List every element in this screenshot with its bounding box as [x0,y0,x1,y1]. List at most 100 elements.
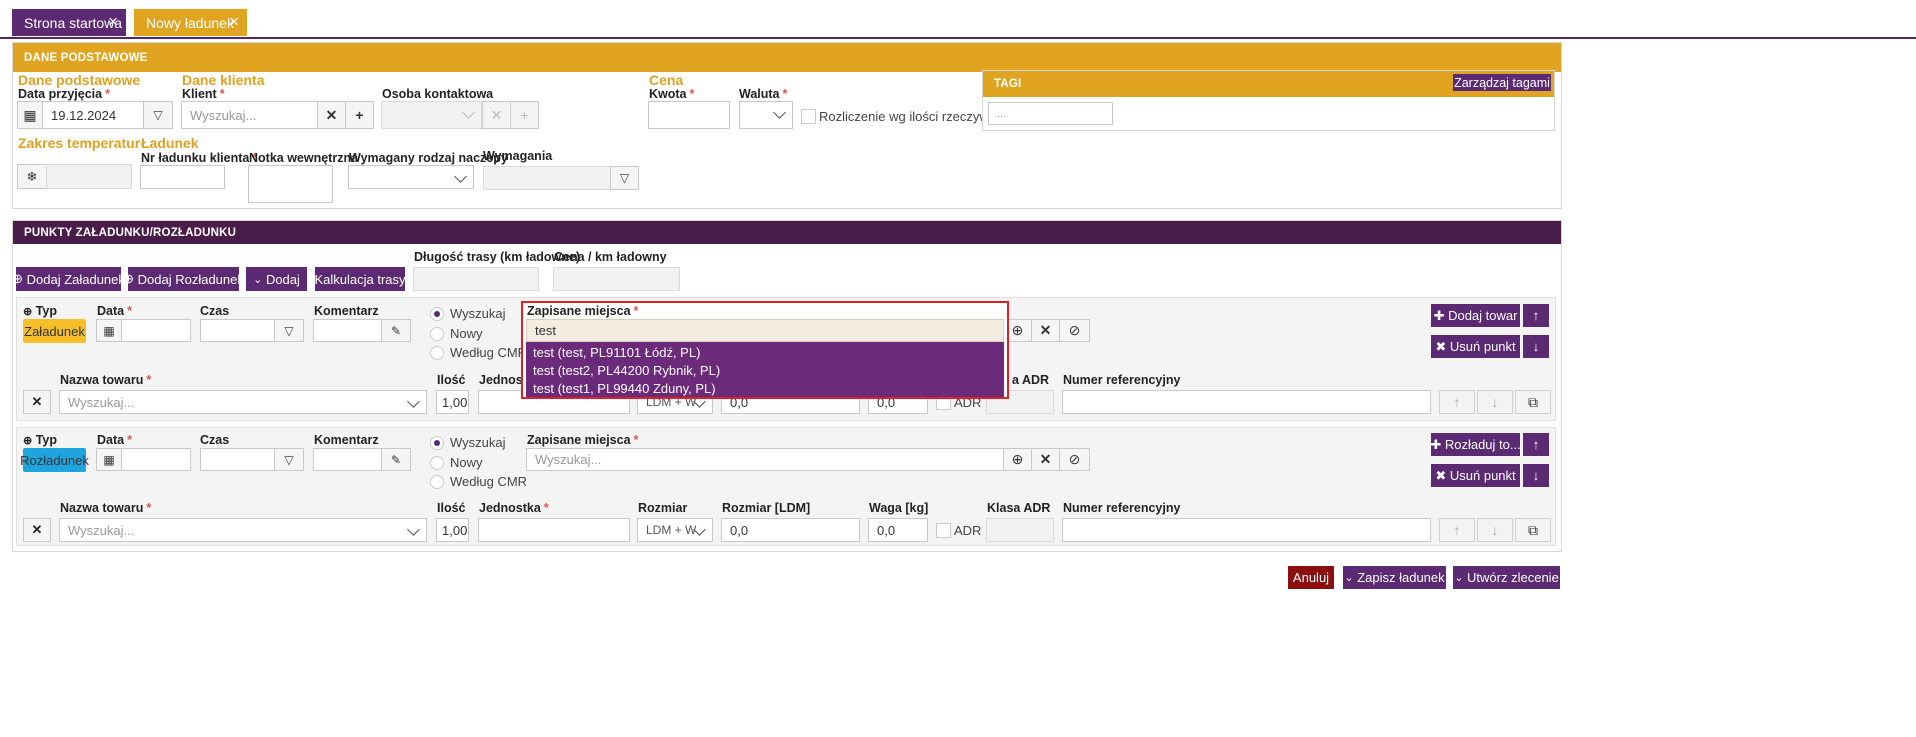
navigate-icon[interactable]: ⊕ [1003,448,1032,471]
internal-note-textarea[interactable] [248,165,333,203]
move-goods-down-icon[interactable]: ↓ [1477,518,1513,542]
close-icon[interactable]: × [229,12,239,32]
date-input[interactable] [121,448,191,471]
tags-input[interactable]: ... [988,102,1113,125]
clear-icon[interactable]: ✕ [1031,448,1060,471]
price-per-km-input[interactable] [553,267,680,291]
save-cargo-button[interactable]: ⌄ Zapisz ładunek [1343,566,1446,589]
radio-new[interactable]: Nowy [430,326,483,341]
radio-search[interactable]: Wyszukaj [430,306,506,321]
goods-name-label: Nazwa towaru * [60,373,152,387]
radio-cmr[interactable]: Według CMR [430,345,527,360]
dropdown-option[interactable]: test (test2, PL44200 Rybnik, PL) [526,362,1004,380]
time-input[interactable] [200,448,275,471]
add-dropdown-button[interactable]: ⌄ Dodaj [246,267,307,291]
section-temp-title: Zakres temperatur [18,135,141,151]
move-up-button[interactable]: ↑ [1523,433,1549,456]
filter-icon[interactable]: ▽ [274,319,304,342]
weight-input[interactable]: 0,0 [868,518,928,542]
unit-select[interactable] [478,518,630,542]
tab-new-cargo[interactable]: Nowy ładunek × [134,9,247,36]
compass-icon[interactable]: ⊘ [1059,319,1090,342]
copy-icon[interactable]: ⧉ [1515,518,1551,542]
move-goods-down-icon[interactable]: ↓ [1477,390,1513,414]
temp-input[interactable] [46,164,132,189]
internal-note-label: Notka wewnętrzna [249,151,359,165]
client-number-input[interactable] [140,165,225,189]
goods-search-select[interactable]: Wyszukaj... [59,390,427,414]
ldm-input[interactable]: 0,0 [721,518,860,542]
remove-point-button[interactable]: ✖ Usuń punkt [1431,335,1520,358]
create-order-button[interactable]: ⌄ Utwórz zlecenie [1453,566,1560,589]
radio-new[interactable]: Nowy [430,455,483,470]
quantity-label: Ilość [437,501,466,515]
calendar-icon[interactable]: ▦ [17,101,43,129]
quantity-input[interactable]: 1,00 [436,390,469,414]
clear-icon[interactable]: ✕ [1031,319,1060,342]
remove-goods-icon[interactable]: ✕ [23,390,51,414]
move-goods-up-icon[interactable]: ↑ [1439,518,1475,542]
saved-places-input[interactable]: Wyszukaj... [526,448,1004,471]
saved-places-input[interactable]: test [526,319,1004,342]
remove-point-button[interactable]: ✖ Usuń punkt [1431,464,1520,487]
filter-icon[interactable]: ▽ [274,448,304,471]
edit-icon[interactable]: ✎ [381,319,411,342]
route-calc-button[interactable]: Kalkulacja trasy [314,267,406,291]
move-down-button[interactable]: ↓ [1523,335,1549,358]
add-icon[interactable]: + [345,101,374,129]
add-goods-button[interactable]: ✚ Dodaj towar [1431,304,1520,327]
remove-goods-icon[interactable]: ✕ [23,518,51,542]
client-search-input[interactable]: Wyszukaj... [181,101,318,129]
settle-checkbox[interactable] [801,109,816,124]
time-input[interactable] [200,319,275,342]
adr-checkbox[interactable] [936,523,951,538]
move-up-button[interactable]: ↑ [1523,304,1549,327]
reference-number-input[interactable] [1062,390,1431,414]
dropdown-option[interactable]: test (test1, PL99440 Zduny, PL) [526,380,1004,398]
trailer-type-select[interactable] [348,165,474,189]
add-loading-button[interactable]: ⊕ Dodaj Załadunek [12,267,125,291]
currency-select[interactable] [739,101,793,129]
filter-icon[interactable]: ▽ [610,166,639,190]
close-icon[interactable]: × [108,12,118,32]
manage-tags-button[interactable]: Zarządzaj tagami [1453,74,1551,91]
comment-input[interactable] [313,448,382,471]
radio-search[interactable]: Wyszukaj [430,435,506,450]
clear-icon[interactable]: ✕ [482,101,511,129]
cancel-button[interactable]: Anuluj [1288,566,1334,589]
date-input[interactable] [121,319,191,342]
section-cargo-title: Ładunek [141,135,199,151]
radio-cmr[interactable]: Według CMR [430,474,527,489]
unload-goods-button[interactable]: ✚ Rozładuj to... [1430,433,1521,456]
filter-icon[interactable]: ▽ [143,101,173,129]
add-icon[interactable]: + [510,101,539,129]
requirements-select[interactable] [483,166,611,190]
clear-icon[interactable]: ✕ [317,101,346,129]
tab-bar-line [0,37,1916,39]
quantity-label: Ilość [437,373,466,387]
edit-icon[interactable]: ✎ [381,448,411,471]
adr-class-input[interactable] [986,518,1054,542]
route-length-input[interactable] [413,267,539,291]
calendar-icon[interactable]: ▦ [96,319,122,342]
amount-input[interactable] [648,101,730,129]
dropdown-option[interactable]: test (test, PL91101 Łódź, PL) [526,344,1004,362]
snowflake-icon[interactable]: ❄ [17,164,47,189]
add-unloading-button[interactable]: ⊕ Dodaj Rozładunek [123,267,244,291]
comment-input[interactable] [313,319,382,342]
contact-select[interactable] [381,101,482,129]
unit-label: Jednostka * [479,501,549,515]
quantity-input[interactable]: 1,00 [436,518,469,542]
size-select[interactable]: LDM + W [637,518,713,542]
move-down-button[interactable]: ↓ [1523,464,1549,487]
calendar-icon[interactable]: ▦ [96,448,122,471]
compass-icon[interactable]: ⊘ [1059,448,1090,471]
tab-label: Nowy ładunek [146,14,234,31]
goods-search-select[interactable]: Wyszukaj... [59,518,427,542]
tab-start-page[interactable]: Strona startowa × [12,9,126,36]
reference-number-input[interactable] [1062,518,1431,542]
copy-icon[interactable]: ⧉ [1515,390,1551,414]
move-goods-up-icon[interactable]: ↑ [1439,390,1475,414]
date-input[interactable]: 19.12.2024 [42,101,144,129]
comment-label: Komentarz [314,304,379,318]
